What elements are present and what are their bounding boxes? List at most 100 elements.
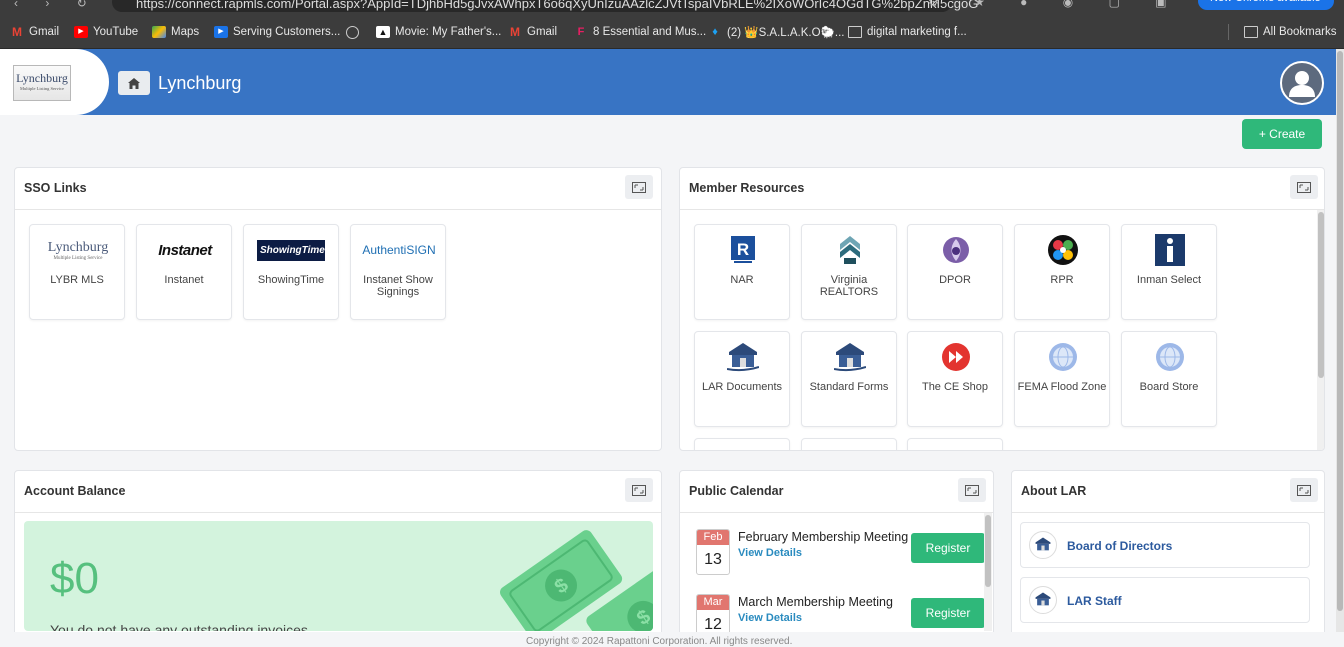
public-calendar-title: Public Calendar	[689, 484, 784, 498]
copyright-text: Copyright © 2024 Rapattoni Corporation. …	[526, 636, 793, 647]
serving-icon: ▶	[214, 26, 228, 38]
about-lar-panel: About LAR Board of Directors LAR Staff	[1011, 470, 1325, 645]
expand-icon	[965, 484, 979, 496]
balance-amount: $0	[50, 554, 99, 603]
app-header: Lynchburg Multiple Listing Service Lynch…	[0, 49, 1336, 115]
event-title: February Membership Meeting	[738, 530, 909, 544]
bookmark-maps[interactable]: Maps	[152, 24, 199, 40]
create-button[interactable]: + Create	[1242, 119, 1322, 149]
bookmark-gmail[interactable]: M Gmail	[10, 24, 59, 40]
user-avatar[interactable]	[1280, 61, 1324, 105]
member-resources-header: Member Resources	[680, 168, 1324, 210]
member-resources-title: Member Resources	[689, 181, 805, 195]
sso-links-panel: SSO Links Lynchburg Multiple Listing Ser…	[14, 167, 662, 451]
register-button[interactable]: Register	[911, 533, 985, 563]
account-balance-panel: Account Balance $0 You do not have any o…	[14, 470, 662, 645]
public-calendar-panel: Public Calendar Feb 13 February Membersh…	[679, 470, 994, 645]
expand-icon	[1297, 484, 1311, 496]
balance-card: $0 You do not have any outstanding invoi…	[24, 521, 653, 631]
bookmark-serving-customers[interactable]: ▶ Serving Customers...	[214, 24, 340, 40]
lynchburg-logo[interactable]: Lynchburg Multiple Listing Service	[13, 65, 71, 101]
calendar-scrollbar-thumb[interactable]	[985, 515, 991, 587]
about-item-lar-staff[interactable]: LAR Staff	[1020, 577, 1310, 623]
instanet-logo: Instanet	[158, 241, 212, 259]
sso-tile-showingtime[interactable]: ShowingTime ShowingTime	[243, 224, 339, 320]
register-button[interactable]: Register	[911, 598, 985, 628]
browser-nav-icons[interactable]: ‹ › ↻	[14, 0, 99, 10]
folder-icon	[1244, 26, 1258, 38]
realtor-icon: R	[713, 235, 773, 265]
maps-icon	[152, 26, 166, 38]
bookmark-folder-digital-marketing[interactable]: digital marketing f...	[848, 24, 967, 40]
sso-tile-instanet-show-signings[interactable]: AuthentiSIGN Instanet Show Signings	[350, 224, 446, 320]
sso-tile-lybr-mls[interactable]: Lynchburg Multiple Listing Service LYBR …	[29, 224, 125, 320]
bookmarks-separator	[1228, 24, 1229, 40]
resources-scrollbar[interactable]	[1317, 210, 1324, 450]
user-icon	[1289, 71, 1315, 97]
resource-tile-partial[interactable]	[801, 438, 897, 450]
resource-tile-rpr[interactable]: RPR	[1014, 224, 1110, 320]
member-resources-panel: Member Resources R NAR Virginia REALTORS…	[679, 167, 1325, 451]
globe-icon	[1140, 342, 1200, 372]
expand-icon	[1297, 181, 1311, 193]
logo-container[interactable]: Lynchburg Multiple Listing Service	[0, 49, 109, 115]
calendar-expand-button[interactable]	[958, 478, 986, 502]
gmail-icon: M	[510, 25, 520, 39]
bookmark-movie[interactable]: ▲ Movie: My Father's...	[376, 24, 501, 40]
ce-shop-icon	[926, 342, 986, 372]
browser-toolbar: ‹ › ↻ https://connect.rapmls.com/Portal.…	[0, 0, 1344, 14]
bookmark-youtube[interactable]: ▶ YouTube	[74, 24, 138, 40]
calendar-scrollbar[interactable]	[984, 513, 992, 631]
globe-icon	[346, 25, 359, 39]
event-title: March Membership Meeting	[738, 595, 893, 609]
resource-tile-partial[interactable]	[907, 438, 1003, 450]
home-button[interactable]	[118, 71, 150, 95]
resource-tile-standard-forms[interactable]: Standard Forms	[801, 331, 897, 427]
expand-icon	[632, 484, 646, 496]
youtube-icon: ▶	[74, 26, 88, 38]
folder-icon	[848, 26, 862, 38]
dpor-icon	[926, 235, 986, 265]
lar-building-icon	[820, 342, 880, 372]
resource-tile-nar[interactable]: R NAR	[694, 224, 790, 320]
sso-expand-button[interactable]	[625, 175, 653, 199]
resource-tile-fema-flood-zone[interactable]: FEMA Flood Zone	[1014, 331, 1110, 427]
essential-icon: F	[577, 26, 585, 38]
gmail-icon: M	[12, 25, 22, 39]
about-item-board-of-directors[interactable]: Board of Directors	[1020, 522, 1310, 568]
resource-tile-partial[interactable]	[694, 438, 790, 450]
account-balance-header: Account Balance	[15, 471, 661, 513]
bookmark-globe[interactable]	[346, 24, 364, 40]
resources-scrollbar-thumb[interactable]	[1318, 212, 1324, 378]
calendar-event: Feb 13 February Membership Meeting View …	[688, 529, 988, 585]
bookmark-essential[interactable]: F 8 Essential and Mus...	[574, 24, 707, 40]
about-expand-button[interactable]	[1290, 478, 1318, 502]
all-bookmarks[interactable]: All Bookmarks	[1244, 24, 1337, 40]
svg-text:R: R	[737, 240, 749, 259]
lybr-mls-logo: Lynchburg Multiple Listing Service	[47, 239, 109, 261]
expand-icon	[632, 181, 646, 193]
chrome-update-button[interactable]: New Chrome available	[1198, 0, 1334, 10]
address-bar-url[interactable]: https://connect.rapmls.com/Portal.aspx?A…	[136, 0, 978, 11]
resource-tile-ce-shop[interactable]: The CE Shop	[907, 331, 1003, 427]
globe-icon	[1033, 342, 1093, 372]
sso-links-header: SSO Links	[15, 168, 661, 210]
about-lar-title: About LAR	[1021, 484, 1087, 498]
resource-tile-board-store[interactable]: Board Store	[1121, 331, 1217, 427]
about-lar-header: About LAR	[1012, 471, 1324, 513]
resources-expand-button[interactable]	[1290, 175, 1318, 199]
event-view-details-link[interactable]: View Details	[738, 612, 802, 624]
resource-tile-dpor[interactable]: DPOR	[907, 224, 1003, 320]
event-view-details-link[interactable]: View Details	[738, 547, 802, 559]
extension-icons[interactable]: ⚙ ★ ● ◉ ▢ ▣	[928, 0, 1183, 9]
virginia-realtors-icon	[820, 235, 880, 265]
resource-tile-inman-select[interactable]: Inman Select	[1121, 224, 1217, 320]
resource-tile-virginia-realtors[interactable]: Virginia REALTORS	[801, 224, 897, 320]
balance-expand-button[interactable]	[625, 478, 653, 502]
bookmark-gmail-2[interactable]: M Gmail	[508, 24, 557, 40]
resource-tile-lar-documents[interactable]: LAR Documents	[694, 331, 790, 427]
bookmark-twitter[interactable]: ♦ (2) 👑S.A.L.A.K.O🐑...	[708, 24, 844, 40]
sso-tile-instanet[interactable]: Instanet Instanet	[136, 224, 232, 320]
page-scrollbar-thumb[interactable]	[1337, 51, 1343, 611]
page-scrollbar[interactable]	[1336, 49, 1344, 632]
